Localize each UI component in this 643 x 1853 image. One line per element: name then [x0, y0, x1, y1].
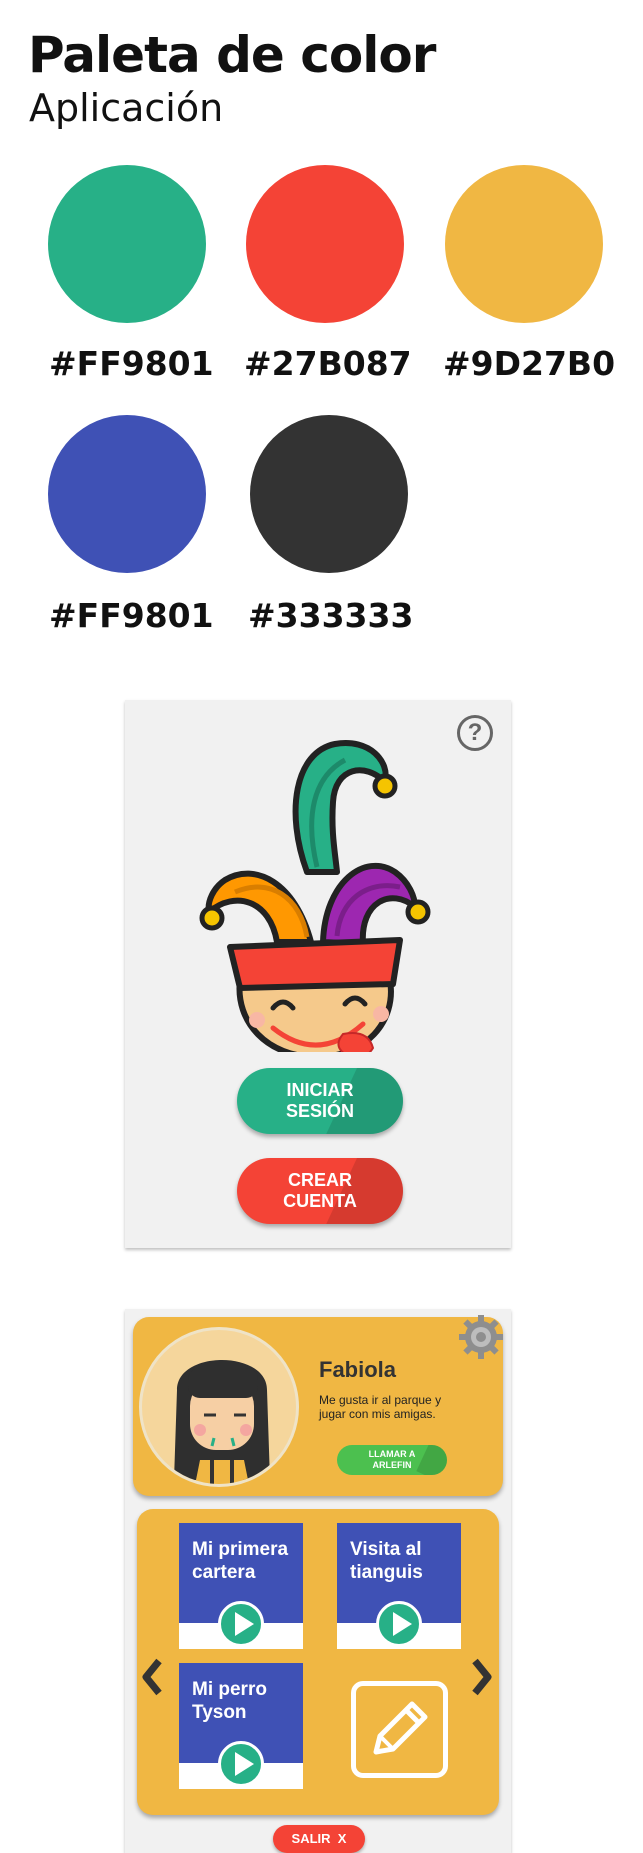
story-card[interactable]: Mi perro Tyson [179, 1663, 303, 1789]
story-title: Mi primera cartera [192, 1539, 289, 1583]
color-swatch-red [246, 165, 404, 323]
login-button-label: INICIAR SESIÓN [285, 1080, 355, 1121]
signup-button-label: CREAR CUENTA [283, 1170, 357, 1211]
story-card[interactable]: Mi primera cartera [179, 1523, 303, 1649]
profile-name: Fabiola [319, 1357, 397, 1382]
girl-avatar-icon [174, 1360, 270, 1484]
play-icon[interactable] [218, 1741, 264, 1787]
gear-icon[interactable] [457, 1313, 505, 1361]
stories-panel: Mi primera cartera Visita al tianguis Mi… [137, 1509, 499, 1815]
call-button[interactable]: LLAMAR A ARLEFIN [337, 1445, 447, 1475]
color-label: #27B087 [244, 344, 412, 383]
page-title: Paleta de color [28, 26, 436, 84]
story-title: Mi perro Tyson [192, 1679, 267, 1723]
login-button[interactable]: INICIAR SESIÓN [237, 1068, 403, 1134]
signup-button[interactable]: CREAR CUENTA [237, 1158, 403, 1224]
color-swatch-yellow [445, 165, 603, 323]
color-swatch-dark [250, 415, 408, 573]
profile-screen: Fabiola Me gusta ir al parque y jugar co… [125, 1309, 511, 1853]
chevron-left-icon[interactable] [141, 1657, 163, 1697]
edit-story-button[interactable] [351, 1681, 448, 1778]
color-swatch-green [48, 165, 206, 323]
color-label: #333333 [248, 596, 414, 635]
call-button-label: LLAMAR A ARLEFIN [368, 1449, 416, 1470]
pencil-icon [373, 1701, 428, 1755]
profile-card: Fabiola Me gusta ir al parque y jugar co… [133, 1317, 503, 1496]
story-title: Visita al tianguis [350, 1539, 423, 1583]
page-subtitle: Aplicación [29, 86, 224, 130]
question-circle-icon[interactable]: ? [457, 715, 493, 751]
color-label: #FF9801 [49, 596, 214, 635]
color-swatch-blue [48, 415, 206, 573]
chevron-right-icon[interactable] [471, 1657, 493, 1697]
color-label: #9D27B0 [443, 344, 616, 383]
login-screen: ? INICIAR SESIÓN CREAR CUENTA [125, 700, 511, 1248]
avatar [139, 1327, 299, 1487]
color-label: #FF9801 [49, 344, 214, 383]
exit-button[interactable]: SALIR X [273, 1825, 365, 1853]
jester-face-icon [199, 740, 431, 1052]
profile-bio: Me gusta ir al parque y jugar con mis am… [319, 1393, 442, 1421]
play-icon[interactable] [376, 1601, 422, 1647]
play-icon[interactable] [218, 1601, 264, 1647]
story-card[interactable]: Visita al tianguis [337, 1523, 461, 1649]
